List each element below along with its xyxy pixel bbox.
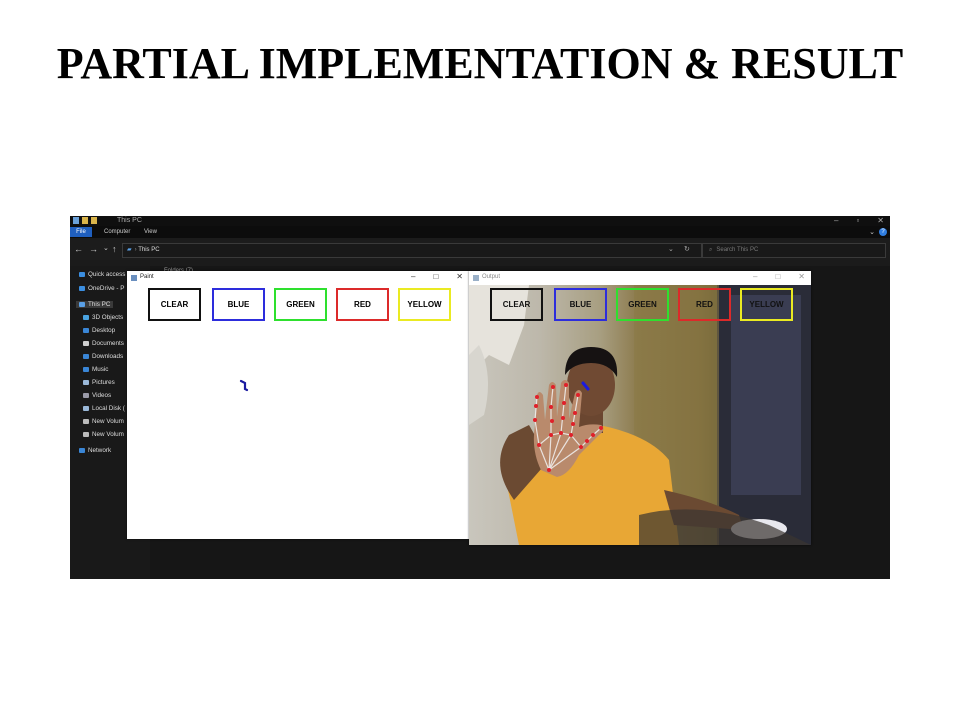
yellow-button[interactable]: YELLOW — [398, 288, 451, 321]
document-icon — [83, 341, 89, 346]
sidebar-item-label: This PC — [88, 301, 111, 308]
music-icon — [83, 367, 89, 372]
expand-ribbon-icon[interactable]: ⌄ — [869, 228, 875, 236]
pictures-icon — [83, 380, 89, 385]
paint-window: Paint – □ ✕ CLEAR BLUE GREEN RED YELLOW — [127, 271, 469, 539]
sidebar-item-network[interactable]: Network — [79, 447, 111, 454]
search-placeholder: Search This PC — [716, 247, 759, 253]
sidebar-item-pictures[interactable]: Pictures — [83, 379, 115, 386]
sidebar-item-documents[interactable]: Documents — [83, 340, 124, 347]
sidebar-item-new-volum[interactable]: New Volum — [83, 431, 124, 438]
computer-icon: ▰ — [127, 247, 132, 253]
explorer-title: This PC — [117, 217, 142, 224]
tab-computer[interactable]: Computer — [98, 227, 136, 237]
overlay-red-button: RED — [678, 288, 731, 321]
up-arrow-icon[interactable]: ↑ — [112, 244, 117, 254]
sidebar-item-downloads[interactable]: Downloads — [83, 353, 123, 360]
search-icon: ⌕ — [709, 247, 713, 253]
paint-app-icon — [131, 275, 137, 281]
computer-icon — [79, 302, 85, 307]
cloud-icon — [79, 286, 85, 291]
paint-titlebar: Paint – □ ✕ — [127, 271, 469, 285]
minimize-icon[interactable]: – — [411, 272, 415, 281]
overlay-blue-button: BLUE — [554, 288, 607, 321]
sidebar-item-label: Quick access — [88, 271, 126, 278]
sidebar-item-label: New Volum — [92, 418, 124, 425]
red-button[interactable]: RED — [336, 288, 389, 321]
tab-view[interactable]: View — [138, 227, 163, 237]
maximize-icon[interactable]: □ — [433, 272, 438, 281]
blue-button[interactable]: BLUE — [212, 288, 265, 321]
network-icon — [79, 448, 85, 453]
close-icon[interactable]: ✕ — [877, 216, 884, 225]
sidebar-item-label: Music — [92, 366, 109, 373]
overlay-green-button: GREEN — [616, 288, 669, 321]
overlay-yellow-button: YELLOW — [740, 288, 793, 321]
output-window: Output – □ ✕ CLEAR BLUE GREEN RED YELLOW — [469, 271, 811, 545]
sidebar-item-label: Downloads — [92, 353, 124, 360]
maximize-icon[interactable]: □ — [775, 272, 780, 281]
sidebar-item-3d-objects[interactable]: 3D Objects — [83, 314, 123, 321]
output-app-icon — [473, 275, 479, 281]
output-title: Output — [482, 274, 501, 280]
sidebar-item-label: 3D Objects — [92, 314, 124, 321]
refresh-icon[interactable]: ↻ — [684, 245, 690, 253]
address-field[interactable]: ▰ › This PC — [122, 243, 702, 258]
sidebar-item-label: Local Disk ( — [92, 405, 125, 412]
sidebar-item-videos[interactable]: Videos — [83, 392, 111, 399]
search-input[interactable]: ⌕ Search This PC — [702, 243, 886, 258]
address-dropdown-icon[interactable]: ⌄ — [668, 245, 674, 253]
close-icon[interactable]: ✕ — [798, 272, 805, 281]
sidebar-item-music[interactable]: Music — [83, 366, 108, 373]
explorer-app-icon — [73, 217, 79, 224]
sidebar-item-quick-access[interactable]: Quick access — [79, 271, 125, 278]
maximize-icon[interactable]: ▫ — [856, 216, 859, 225]
sidebar-item-label: New Volum — [92, 431, 124, 438]
address-bar-row: ← → ⌄ ↑ ▰ › This PC ⌄ ↻ ⌕ Search This PC — [70, 240, 890, 260]
sidebar-item-local-disk[interactable]: Local Disk ( — [83, 405, 125, 412]
star-icon — [79, 272, 85, 277]
webcam-scene — [469, 285, 811, 545]
sidebar-item-new-volum[interactable]: New Volum — [83, 418, 124, 425]
sidebar-item-label: Desktop — [92, 327, 116, 334]
drive-icon — [83, 432, 89, 437]
close-icon[interactable]: ✕ — [456, 272, 463, 281]
help-icon[interactable]: ? — [879, 228, 887, 236]
paint-title: Paint — [140, 274, 154, 280]
drawn-stroke — [239, 379, 249, 392]
sidebar-item-desktop[interactable]: Desktop — [83, 327, 115, 334]
sidebar-item-label: OneDrive - P — [88, 285, 125, 292]
slide-title: PARTIAL IMPLEMENTATION & RESULT — [56, 39, 904, 88]
sidebar-item-label: Pictures — [92, 379, 115, 386]
green-button[interactable]: GREEN — [274, 288, 327, 321]
back-arrow-icon[interactable]: ← — [74, 244, 83, 254]
sidebar-item-onedrive-p[interactable]: OneDrive - P — [79, 285, 124, 292]
minimize-icon[interactable]: – — [753, 272, 757, 281]
disk-icon — [83, 406, 89, 411]
overlay-clear-button: CLEAR — [490, 288, 543, 321]
desktop-icon — [83, 328, 89, 333]
sidebar-item-label: Network — [88, 447, 112, 454]
clear-button[interactable]: CLEAR — [148, 288, 201, 321]
properties-icon[interactable] — [82, 217, 88, 224]
videos-icon — [83, 393, 89, 398]
output-titlebar: Output – □ ✕ — [469, 271, 811, 285]
recent-dropdown-icon[interactable]: ⌄ — [103, 244, 109, 252]
desktop-screenshot: This PC – ▫ ✕ File Computer View ⌄ ? ← →… — [70, 216, 890, 579]
tab-file[interactable]: File — [70, 227, 92, 237]
explorer-ribbon: File Computer View — [70, 226, 890, 238]
explorer-titlebar: This PC – ▫ ✕ — [70, 216, 890, 226]
webcam-feed: CLEAR BLUE GREEN RED YELLOW — [469, 285, 811, 545]
drive-icon — [83, 419, 89, 424]
quick-access-toolbar — [73, 217, 97, 224]
download-icon — [83, 354, 89, 359]
sidebar-item-this-pc[interactable]: This PC — [76, 301, 114, 308]
sidebar-item-label: Videos — [92, 392, 112, 399]
sidebar-item-label: Documents — [92, 340, 124, 347]
forward-arrow-icon[interactable]: → — [89, 244, 98, 254]
new-folder-icon[interactable] — [91, 217, 97, 224]
address-text: This PC — [138, 247, 160, 253]
cube-icon — [83, 315, 89, 320]
minimize-icon[interactable]: – — [834, 216, 838, 225]
